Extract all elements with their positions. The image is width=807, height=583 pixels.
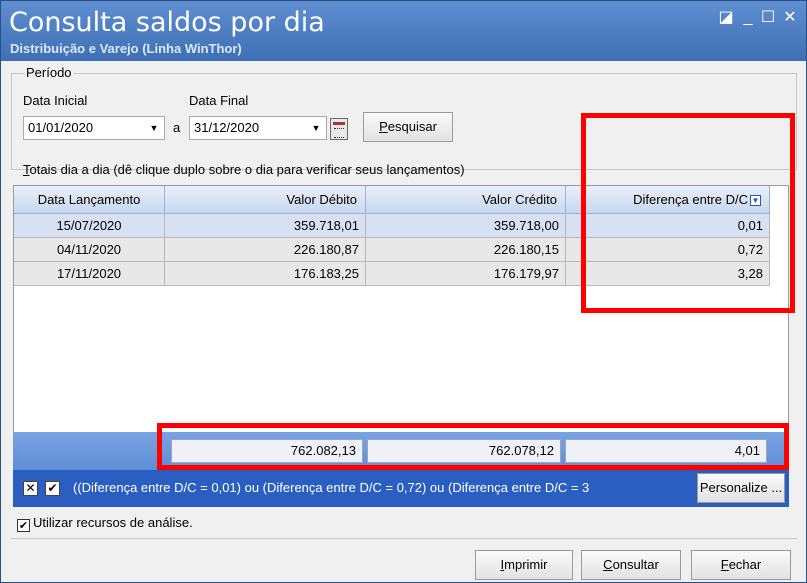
- close-icon[interactable]: ✕: [779, 7, 801, 29]
- cell-data: 17/11/2020: [14, 262, 165, 286]
- cell-data: 15/07/2020: [14, 214, 165, 238]
- filter-bar: ✕ ✔ ((Diferença entre D/C = 0,01) ou (Di…: [13, 470, 789, 507]
- data-inicial-field[interactable]: 01/01/2020 ▼: [23, 116, 165, 140]
- window-subtitle: Distribuição e Varejo (Linha WinThor): [10, 41, 242, 56]
- highlight-totals-row: [157, 423, 789, 470]
- filter-expression[interactable]: ((Diferença entre D/C = 0,01) ou (Difere…: [73, 480, 693, 495]
- highlight-diferenca-column: [581, 113, 795, 313]
- cell-data: 04/11/2020: [14, 238, 165, 262]
- data-final-value: 31/12/2020: [194, 120, 260, 135]
- column-header-debito[interactable]: Valor Débito: [165, 186, 366, 214]
- column-header-credito[interactable]: Valor Crédito: [366, 186, 566, 214]
- data-inicial-label: Data Inicial: [23, 93, 88, 108]
- divider: [11, 538, 797, 539]
- imprimir-button[interactable]: Imprimir: [475, 550, 573, 580]
- clear-filter-icon[interactable]: ✕: [23, 481, 38, 496]
- data-final-field[interactable]: 31/12/2020 ▼: [189, 116, 327, 140]
- cell-debito: 226.180,87: [165, 238, 366, 262]
- data-final-label: Data Final: [189, 93, 249, 108]
- analysis-checkbox[interactable]: ✔: [17, 519, 30, 532]
- chevron-down-icon[interactable]: ▼: [309, 117, 323, 139]
- date-separator: a: [173, 120, 181, 135]
- calendar-icon[interactable]: [330, 118, 348, 140]
- minimize-icon[interactable]: _: [737, 7, 759, 29]
- consultar-button[interactable]: Consultar: [581, 550, 681, 580]
- cell-credito: 176.179,97: [366, 262, 566, 286]
- window-title: Consulta saldos por dia: [9, 7, 325, 38]
- analysis-label: Utilizar recursos de análise.: [33, 515, 193, 530]
- cell-credito: 359.718,00: [366, 214, 566, 238]
- maximize-icon[interactable]: ☐: [757, 7, 779, 29]
- title-bar[interactable]: Consulta saldos por dia Distribuição e V…: [1, 1, 806, 61]
- cell-debito: 359.718,01: [165, 214, 366, 238]
- restore-icon[interactable]: ◪: [715, 7, 737, 29]
- fechar-button[interactable]: Fechar: [691, 550, 791, 580]
- periodo-legend: Período: [24, 65, 74, 80]
- pesquisar-button[interactable]: Pesquisar: [363, 112, 453, 142]
- consulta-saldos-window: Consulta saldos por dia Distribuição e V…: [0, 0, 807, 583]
- cell-credito: 226.180,15: [366, 238, 566, 262]
- filter-enabled-checkbox[interactable]: ✔: [45, 481, 60, 496]
- analysis-option[interactable]: ✔ Utilizar recursos de análise.: [17, 515, 193, 532]
- cell-debito: 176.183,25: [165, 262, 366, 286]
- column-header-data[interactable]: Data Lançamento: [14, 186, 165, 214]
- personalize-button[interactable]: Personalize ...: [697, 473, 785, 503]
- grid-caption: Totais dia a dia (dê clique duplo sobre …: [23, 162, 465, 177]
- data-inicial-value: 01/01/2020: [28, 120, 94, 135]
- chevron-down-icon[interactable]: ▼: [147, 117, 161, 139]
